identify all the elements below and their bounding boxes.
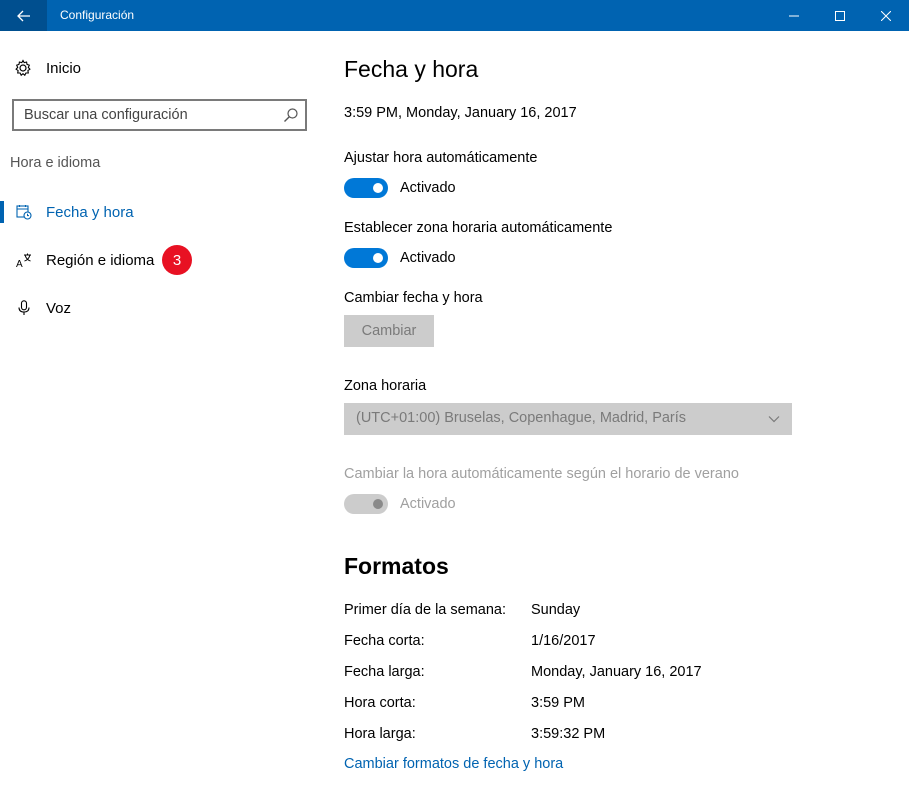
sidebar-item-label: Voz: [46, 299, 72, 317]
dst-state: Activado: [400, 496, 456, 512]
search-button[interactable]: [283, 107, 299, 123]
format-key: Primer día de la semana:: [344, 602, 506, 618]
format-key: Hora larga:: [344, 726, 416, 742]
sidebar-item-label: Fecha y hora: [46, 203, 134, 221]
format-key: Fecha larga:: [344, 664, 425, 680]
selection-indicator: [0, 201, 4, 223]
calendar-clock-icon: [16, 205, 32, 220]
sidebar-item-region-e-idioma[interactable]: A Región e idioma 3: [0, 243, 320, 277]
language-icon: A: [16, 253, 31, 268]
minimize-button[interactable]: [771, 0, 817, 31]
current-datetime: 3:59 PM, Monday, January 16, 2017: [344, 105, 577, 121]
search-box[interactable]: [12, 99, 307, 131]
timezone-label: Zona horaria: [344, 378, 427, 394]
change-datetime-label: Cambiar fecha y hora: [344, 290, 483, 306]
nav-home-label: Inicio: [46, 59, 82, 77]
format-value: 1/16/2017: [531, 633, 596, 649]
timezone-select[interactable]: (UTC+01:00) Bruselas, Copenhague, Madrid…: [344, 403, 792, 435]
sidebar-item-fecha-y-hora[interactable]: Fecha y hora: [0, 195, 320, 229]
format-value: Sunday: [531, 602, 581, 618]
minimize-icon: [789, 15, 799, 16]
gear-icon: [15, 59, 31, 77]
section-label: Hora e idioma: [10, 155, 101, 171]
format-row: Fecha larga: Monday, January 16, 2017: [344, 664, 764, 684]
dst-label: Cambiar la hora automáticamente según el…: [344, 466, 739, 482]
maximize-button[interactable]: [817, 0, 863, 31]
maximize-icon: [835, 10, 845, 21]
auto-time-label: Ajustar hora automáticamente: [344, 150, 538, 166]
chevron-down-icon: [768, 416, 780, 423]
window-title: Configuración: [60, 8, 135, 22]
auto-time-toggle[interactable]: [344, 178, 388, 198]
format-row: Primer día de la semana: Sunday: [344, 602, 764, 622]
auto-timezone-label: Establecer zona horaria automáticamente: [344, 220, 613, 236]
search-input[interactable]: [24, 105, 274, 125]
format-value: Monday, January 16, 2017: [531, 664, 702, 680]
auto-time-state: Activado: [400, 180, 456, 196]
dst-toggle[interactable]: [344, 494, 388, 514]
svg-text:A: A: [16, 259, 23, 268]
timezone-value: (UTC+01:00) Bruselas, Copenhague, Madrid…: [356, 410, 687, 426]
title-bar: Configuración: [0, 0, 909, 31]
microphone-icon: [18, 300, 30, 315]
back-button[interactable]: [0, 0, 47, 31]
close-button[interactable]: [863, 0, 909, 31]
change-formats-link[interactable]: Cambiar formatos de fecha y hora: [344, 756, 563, 772]
format-key: Hora corta:: [344, 695, 416, 711]
search-icon: [284, 108, 298, 122]
page-title: Fecha y hora: [344, 56, 479, 82]
auto-timezone-toggle[interactable]: [344, 248, 388, 268]
toggle-knob: [373, 253, 383, 263]
toggle-knob: [373, 499, 383, 509]
close-icon: [881, 10, 891, 21]
notification-badge: 3: [162, 245, 192, 275]
sidebar-item-voz[interactable]: Voz: [0, 291, 320, 325]
nav-home[interactable]: Inicio: [14, 57, 81, 79]
sidebar-item-label: Región e idioma: [46, 251, 155, 269]
change-datetime-button[interactable]: Cambiar: [344, 315, 434, 347]
format-row: Fecha corta: 1/16/2017: [344, 633, 764, 653]
auto-timezone-state: Activado: [400, 250, 456, 266]
arrow-left-icon: [16, 10, 30, 21]
format-value: 3:59:32 PM: [531, 726, 606, 742]
formats-title: Formatos: [344, 553, 449, 579]
format-row: Hora corta: 3:59 PM: [344, 695, 764, 715]
format-row: Hora larga: 3:59:32 PM: [344, 726, 764, 746]
format-value: 3:59 PM: [531, 695, 585, 711]
format-key: Fecha corta:: [344, 633, 425, 649]
toggle-knob: [373, 183, 383, 193]
